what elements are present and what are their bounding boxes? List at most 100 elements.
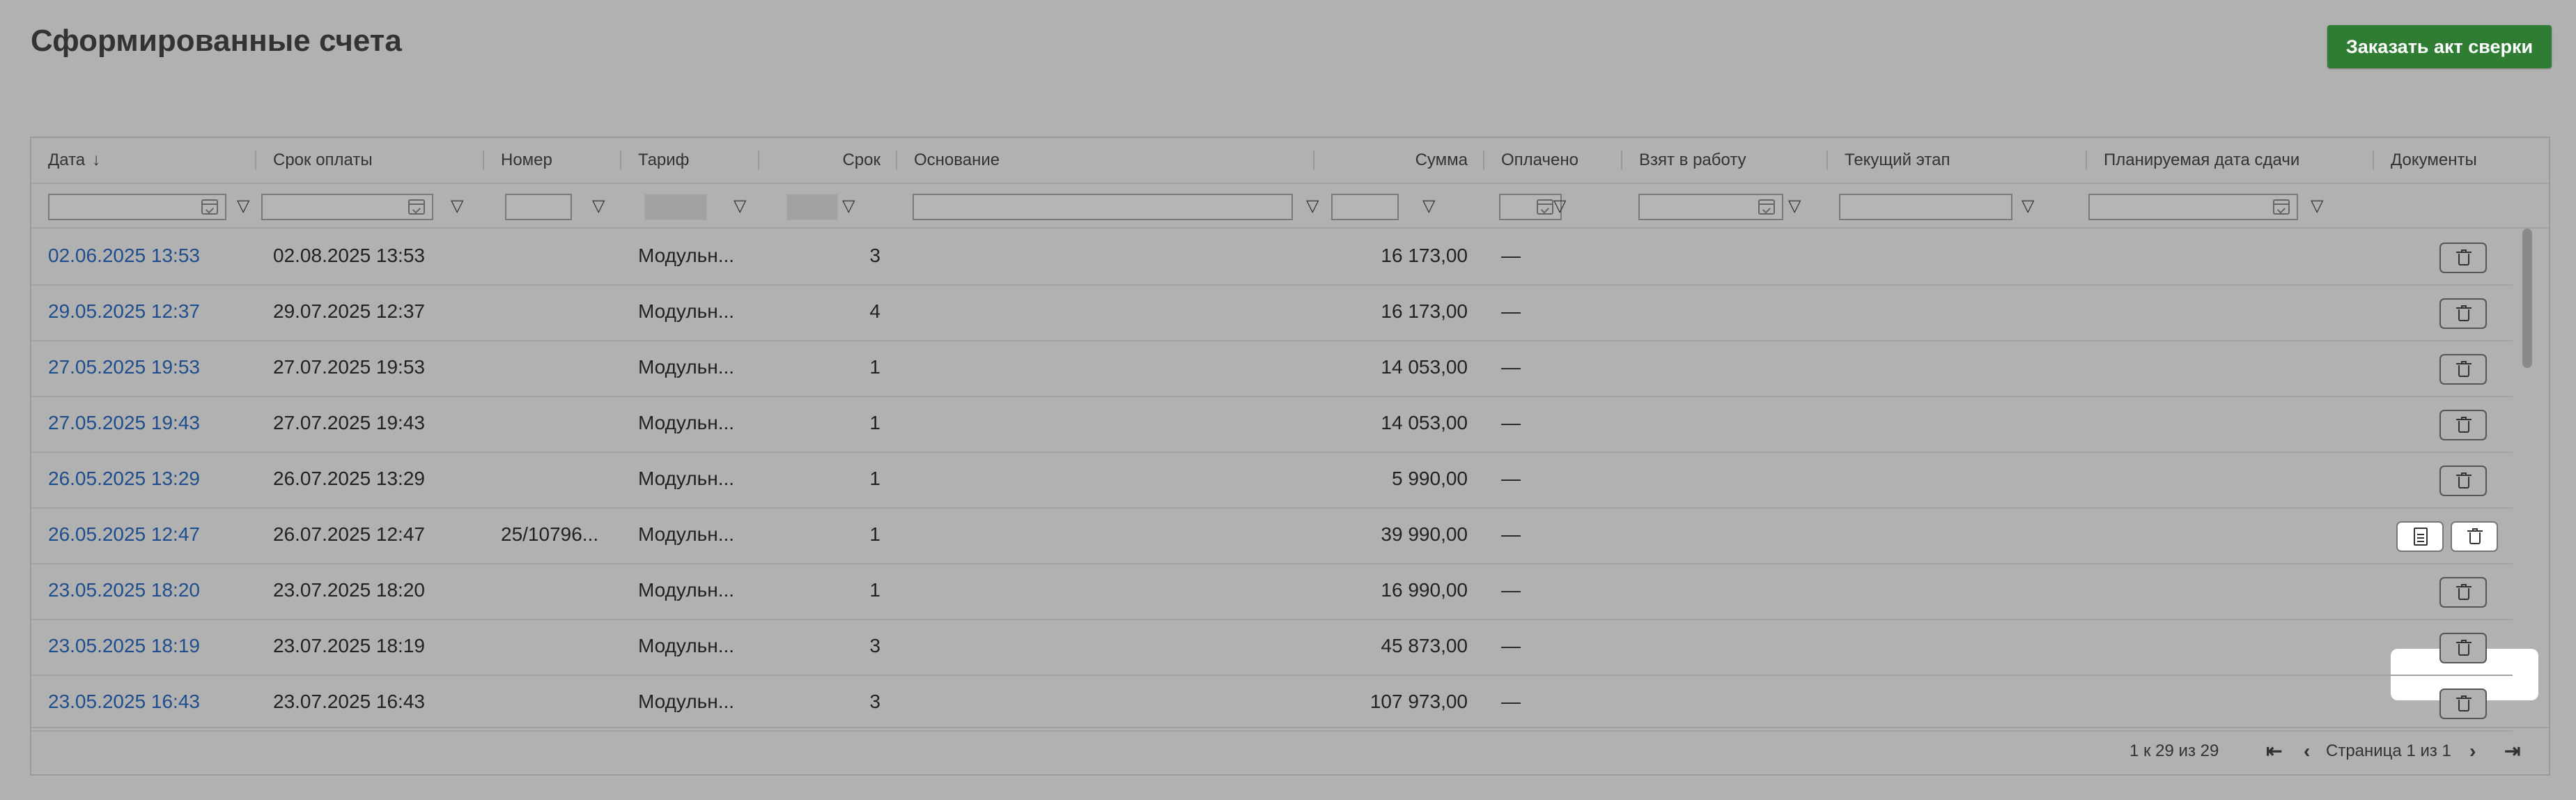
cell-due: 27.07.2025 19:53: [273, 356, 425, 378]
column-header-basis[interactable]: Основание: [897, 138, 1314, 183]
trash-icon: [2456, 249, 2472, 266]
cell-paid: —: [1501, 412, 1521, 433]
filter-input-number[interactable]: [505, 194, 572, 220]
table-row[interactable]: 29.05.2025 12:37 29.07.2025 12:37 Модульн.…: [31, 284, 2513, 341]
invoice-date-link[interactable]: 26.05.2025 13:29: [31, 452, 256, 506]
invoice-date-link[interactable]: 23.05.2025 18:20: [31, 563, 256, 617]
table-row[interactable]: 02.06.2025 13:53 02.08.2025 13:53 Модульн.…: [31, 229, 2513, 286]
last-page-icon[interactable]: ⇥: [2504, 728, 2520, 774]
trash-icon: [2467, 528, 2483, 545]
document-button[interactable]: [2396, 521, 2444, 552]
table-row[interactable]: 27.05.2025 19:53 27.07.2025 19:53 Модульн.…: [31, 340, 2513, 397]
filter-input-planned[interactable]: [2088, 194, 2298, 220]
column-header-planned[interactable]: Планируемая дата сдачи: [2087, 138, 2374, 183]
delete-button[interactable]: [2439, 577, 2487, 608]
delete-button[interactable]: [2439, 354, 2487, 385]
column-header-label: Срок: [842, 151, 880, 169]
filter-input-stage[interactable]: [1839, 194, 2012, 220]
first-page-icon[interactable]: ⇤: [2266, 728, 2282, 774]
cell-paid: —: [1501, 245, 1521, 266]
filter-input-sum[interactable]: [1331, 194, 1399, 220]
table-row[interactable]: 26.05.2025 13:29 26.07.2025 13:29 Модульн.…: [31, 452, 2513, 509]
vertical-scrollbar[interactable]: [2514, 229, 2549, 727]
calendar-icon[interactable]: [1758, 199, 1775, 215]
column-header-paid[interactable]: Оплачено: [1484, 138, 1622, 183]
filter-input-tariff: [644, 194, 707, 220]
column-header-sum[interactable]: Сумма: [1314, 138, 1484, 183]
scrollbar-thumb[interactable]: [2522, 229, 2532, 368]
invoice-date-link[interactable]: 27.05.2025 19:53: [31, 340, 256, 394]
filter-input-term: [786, 194, 838, 220]
funnel-icon[interactable]: ▽: [2311, 198, 2323, 215]
cell-term: 1: [869, 468, 880, 489]
prev-page-icon[interactable]: ‹: [2304, 728, 2310, 774]
funnel-icon[interactable]: ▽: [1553, 198, 1566, 215]
cell-tariff: Модульн...: [638, 356, 735, 378]
trash-icon: [2456, 640, 2472, 656]
calendar-icon[interactable]: [2273, 199, 2290, 215]
calendar-icon[interactable]: [201, 199, 218, 215]
column-header-tariff[interactable]: Тариф: [621, 138, 759, 183]
cell-number: [484, 563, 621, 617]
trash-icon: [2456, 361, 2472, 378]
funnel-icon[interactable]: ▽: [734, 198, 746, 215]
funnel-icon[interactable]: ▽: [1788, 198, 1801, 215]
column-header-label: Основание: [914, 151, 1000, 169]
delete-button[interactable]: [2439, 689, 2487, 719]
funnel-icon[interactable]: ▽: [2022, 198, 2034, 215]
cell-term: 3: [869, 635, 880, 656]
trash-icon: [2456, 472, 2472, 489]
cell-tariff: Модульн...: [638, 635, 735, 656]
next-page-icon[interactable]: ›: [2469, 728, 2476, 774]
cell-tariff: Модульн...: [638, 691, 735, 712]
column-header-date[interactable]: Дата ↓: [31, 138, 256, 183]
cell-sum: 39 990,00: [1381, 523, 1468, 545]
column-header-label: Документы: [2391, 151, 2477, 169]
calendar-icon[interactable]: [1537, 199, 1553, 215]
cell-paid: —: [1501, 523, 1521, 545]
cell-due: 26.07.2025 13:29: [273, 468, 425, 489]
column-header-stage[interactable]: Текущий этап: [1828, 138, 2087, 183]
cell-term: 3: [869, 691, 880, 712]
filter-input-due[interactable]: [261, 194, 433, 220]
table-row[interactable]: 23.05.2025 18:19 23.07.2025 18:19 Модульн.…: [31, 619, 2513, 676]
invoice-date-link[interactable]: 29.05.2025 12:37: [31, 284, 256, 339]
table-row[interactable]: 23.05.2025 16:43 23.07.2025 16:43 Модульн.…: [31, 675, 2513, 732]
funnel-icon[interactable]: ▽: [1422, 198, 1435, 215]
cell-due: 26.07.2025 12:47: [273, 523, 425, 545]
table-row[interactable]: 26.05.2025 12:47 26.07.2025 12:47 25/10796…: [31, 507, 2513, 564]
cell-due: 23.07.2025 16:43: [273, 691, 425, 712]
delete-button[interactable]: [2439, 298, 2487, 329]
invoice-date-link[interactable]: 23.05.2025 16:43: [31, 675, 256, 729]
pagination-footer: 1 к 29 из 29 ⇤ ‹ Страница 1 из 1 › ⇥: [31, 727, 2549, 774]
invoice-date-link[interactable]: 27.05.2025 19:43: [31, 396, 256, 450]
invoice-date-link[interactable]: 23.05.2025 18:19: [31, 619, 256, 673]
delete-button[interactable]: [2439, 633, 2487, 663]
trash-icon: [2456, 305, 2472, 322]
column-header-due[interactable]: Срок оплаты: [256, 138, 484, 183]
funnel-icon[interactable]: ▽: [237, 198, 249, 215]
page-title: Сформированные счета: [31, 24, 402, 58]
calendar-icon[interactable]: [408, 199, 425, 215]
column-header-number[interactable]: Номер: [484, 138, 621, 183]
delete-button[interactable]: [2451, 521, 2498, 552]
funnel-icon[interactable]: ▽: [592, 198, 605, 215]
invoice-date-link[interactable]: 02.06.2025 13:53: [31, 229, 256, 283]
column-header-term[interactable]: Срок: [759, 138, 897, 183]
table-row[interactable]: 27.05.2025 19:43 27.07.2025 19:43 Модульн.…: [31, 396, 2513, 453]
column-header-docs[interactable]: Документы: [2374, 138, 2552, 183]
table-row[interactable]: 23.05.2025 18:20 23.07.2025 18:20 Модульн.…: [31, 563, 2513, 620]
filter-input-date[interactable]: [48, 194, 226, 220]
funnel-icon[interactable]: ▽: [842, 198, 855, 215]
delete-button[interactable]: [2439, 243, 2487, 273]
filter-input-basis[interactable]: [913, 194, 1293, 220]
funnel-icon[interactable]: ▽: [1306, 198, 1319, 215]
invoice-date-link[interactable]: 26.05.2025 12:47: [31, 507, 256, 562]
order-reconciliation-button[interactable]: Заказать акт сверки: [2327, 25, 2552, 68]
column-header-taken[interactable]: Взят в работу: [1622, 138, 1828, 183]
funnel-icon[interactable]: ▽: [451, 198, 463, 215]
cell-term: 1: [869, 356, 880, 378]
delete-button[interactable]: [2439, 410, 2487, 440]
delete-button[interactable]: [2439, 466, 2487, 496]
sort-desc-icon[interactable]: ↓: [92, 151, 100, 169]
